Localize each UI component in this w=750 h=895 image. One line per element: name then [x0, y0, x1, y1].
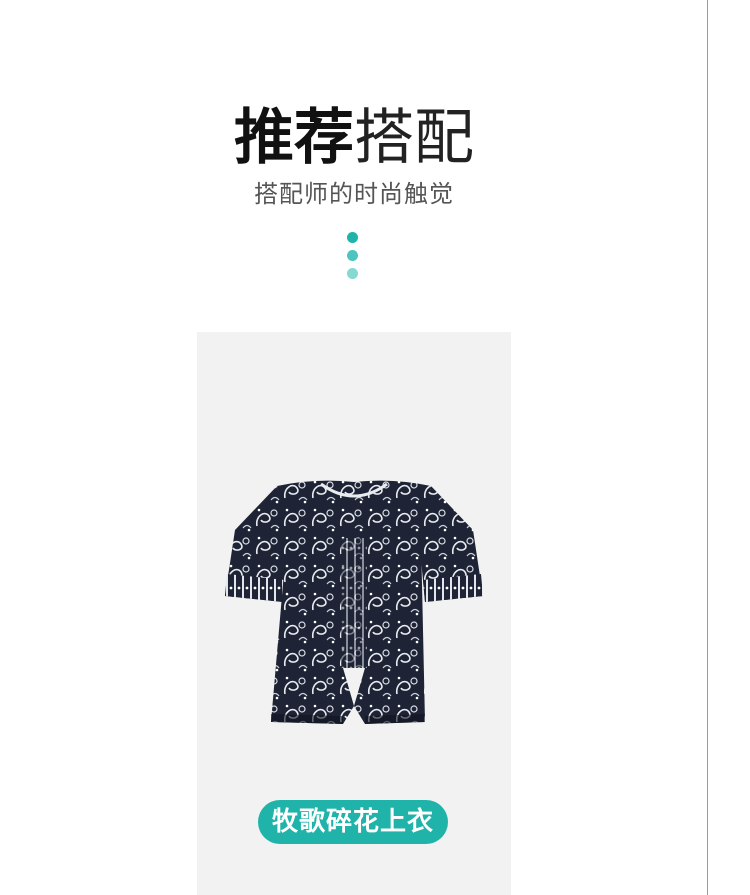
- section-subtitle: 搭配师的时尚触觉: [254, 180, 454, 208]
- section-title-bold: 推荐: [234, 103, 354, 173]
- product-name-badge[interactable]: 牧歌碎花上衣: [258, 800, 448, 844]
- section-title-light: 搭配: [354, 103, 474, 173]
- product-card[interactable]: 牧歌碎花上衣: [197, 332, 511, 895]
- dot-icon: [347, 232, 358, 243]
- section-title: 推荐搭配: [0, 104, 708, 172]
- patterned-blouse-icon: [225, 480, 483, 724]
- dot-icon: [347, 268, 358, 279]
- decorative-dots: [347, 232, 359, 286]
- dot-icon: [347, 250, 358, 261]
